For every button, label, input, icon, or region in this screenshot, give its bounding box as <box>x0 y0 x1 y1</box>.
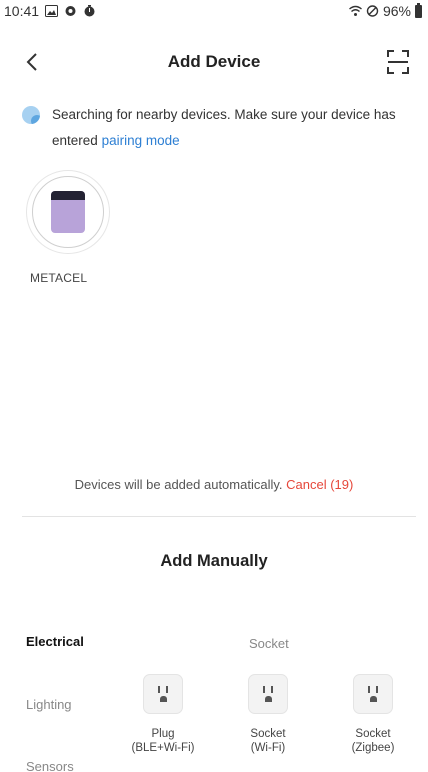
cancel-button[interactable]: Cancel (19) <box>286 477 353 492</box>
auto-add-text: Devices will be added automatically. <box>74 477 283 492</box>
status-time: 10:41 <box>4 3 40 19</box>
timer-icon <box>84 5 95 17</box>
product-socket-zigbee[interactable]: Socket (Zigbee) <box>323 674 423 755</box>
device-ring <box>26 170 110 254</box>
product-plug-ble-wifi[interactable]: Plug (BLE+Wi-Fi) <box>113 674 213 755</box>
battery-icon <box>415 2 422 18</box>
found-device[interactable]: METACEL <box>26 170 116 285</box>
searching-indicator-icon <box>22 106 40 124</box>
socket-icon <box>143 674 183 714</box>
status-bar: 10:41 96% <box>0 0 428 22</box>
do-not-disturb-icon <box>366 5 379 17</box>
device-name: METACEL <box>30 271 88 285</box>
add-manually-title: Add Manually <box>160 552 268 570</box>
status-right: 96% <box>349 2 422 19</box>
product-label: Plug (BLE+Wi-Fi) <box>131 728 195 754</box>
search-notice: Searching for nearby devices. Make sure … <box>22 102 412 154</box>
section-label-socket: Socket <box>249 636 289 651</box>
product-label: Socket (Wi-Fi) <box>250 728 286 754</box>
chevron-left-icon <box>26 53 37 71</box>
category-lighting[interactable]: Lighting <box>26 697 72 712</box>
scan-icon[interactable] <box>386 49 410 75</box>
app-header: Add Device <box>0 40 428 84</box>
search-message: Searching for nearby devices. Make sure … <box>52 102 412 154</box>
socket-icon <box>248 674 288 714</box>
product-socket-wifi[interactable]: Socket (Wi-Fi) <box>218 674 318 755</box>
battery-percent: 96% <box>382 3 411 19</box>
wifi-icon <box>349 5 362 16</box>
status-left: 10:41 <box>4 3 96 19</box>
auto-add-notice: Devices will be added automatically. Can… <box>0 477 428 492</box>
page-title: Add Device <box>167 52 261 71</box>
device-circle <box>32 176 104 248</box>
image-icon <box>45 5 59 17</box>
category-sensors[interactable]: Sensors <box>26 759 74 772</box>
device-image <box>51 191 85 233</box>
settings-icon <box>65 6 76 16</box>
divider <box>22 516 416 517</box>
socket-icon <box>353 674 393 714</box>
category-electrical[interactable]: Electrical <box>26 634 84 649</box>
pairing-mode-link[interactable]: pairing mode <box>102 133 180 148</box>
product-label: Socket (Zigbee) <box>351 728 395 754</box>
back-button[interactable] <box>20 48 44 76</box>
